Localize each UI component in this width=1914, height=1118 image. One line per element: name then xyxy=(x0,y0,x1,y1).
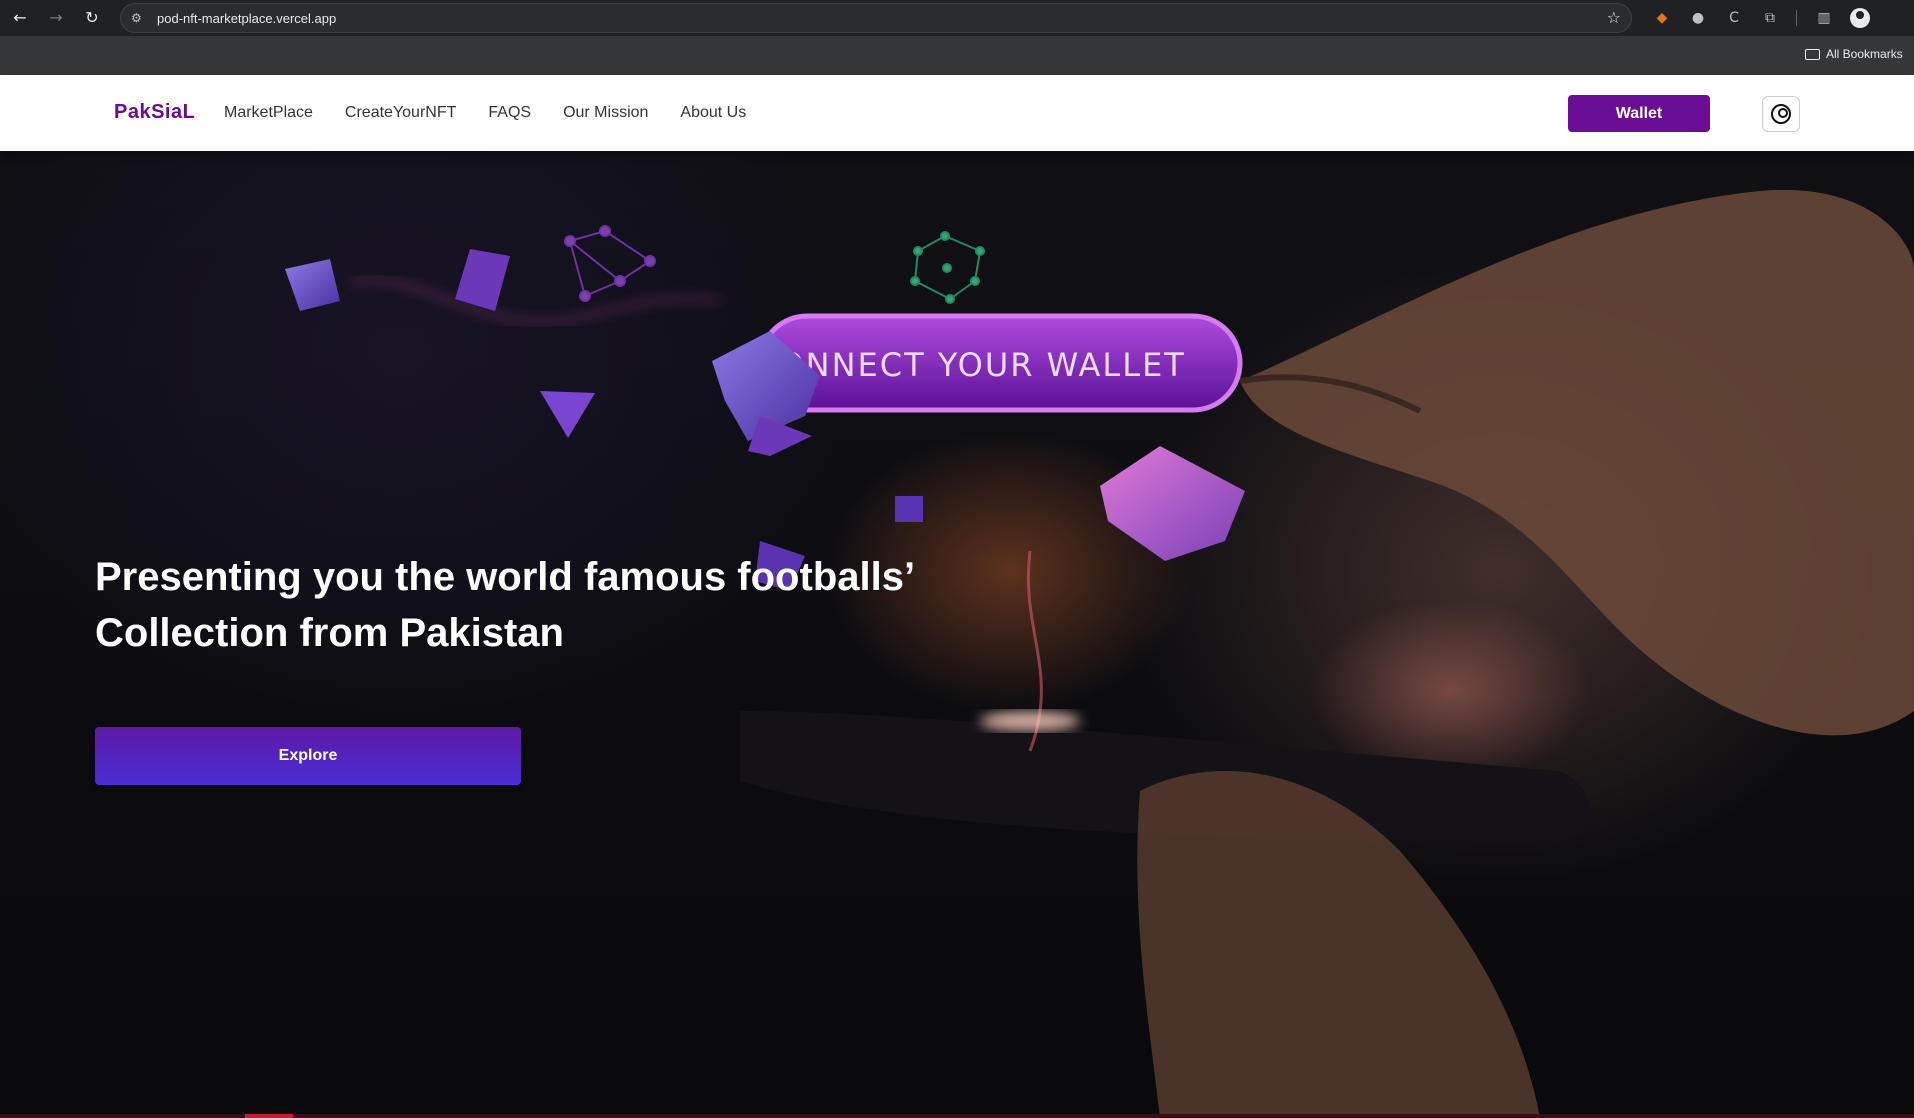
folder-icon xyxy=(1805,48,1820,60)
nav-link-marketplace[interactable]: MarketPlace xyxy=(224,104,313,122)
hero-section: CONNECT YOUR WALLET Presenting you the w… xyxy=(0,151,1914,1118)
explore-button[interactable]: Explore xyxy=(95,727,521,785)
nav-link-our-mission[interactable]: Our Mission xyxy=(563,104,648,122)
extension-icon[interactable]: ● xyxy=(1688,8,1708,28)
extensions-puzzle-icon[interactable]: ⧉ xyxy=(1760,8,1780,28)
site-logo[interactable]: PakSiaL xyxy=(114,101,195,124)
hero-title-line-1: Presenting you the world famous football… xyxy=(95,555,916,599)
site-info-icon[interactable]: ⚙ xyxy=(131,10,147,26)
extension-c-icon[interactable]: C xyxy=(1724,8,1744,28)
wireframe-cube-green xyxy=(910,231,985,304)
cube-shape xyxy=(455,249,510,311)
nav-link-create-your-nft[interactable]: CreateYourNFT xyxy=(345,104,456,122)
address-bar[interactable]: ⚙ pod-nft-marketplace.vercel.app ☆ xyxy=(120,3,1632,33)
cube-shape xyxy=(895,496,923,522)
url-text[interactable]: pod-nft-marketplace.vercel.app xyxy=(157,11,336,26)
page-bottom-accent xyxy=(0,1114,1914,1118)
wireframe-cube-purple xyxy=(564,225,656,302)
cube-shape xyxy=(285,259,340,311)
pyramid-shape xyxy=(540,391,595,438)
wallet-button[interactable]: Wallet xyxy=(1568,95,1710,132)
browser-toolbar: ← → ↻ ⚙ pod-nft-marketplace.vercel.app ☆… xyxy=(0,0,1914,36)
user-icon xyxy=(1771,104,1791,124)
main-menu: MarketPlace CreateYourNFT FAQS Our Missi… xyxy=(224,104,746,122)
browser-chrome: ← → ↻ ⚙ pod-nft-marketplace.vercel.app ☆… xyxy=(0,0,1914,75)
toolbar-separator xyxy=(1796,10,1797,26)
site-navbar: PakSiaL MarketPlace CreateYourNFT FAQS O… xyxy=(0,75,1914,151)
profile-icon[interactable] xyxy=(1850,8,1870,28)
all-bookmarks-label: All Bookmarks xyxy=(1826,47,1903,61)
pointing-hand-shape xyxy=(1240,189,1914,736)
metamask-extension-icon[interactable]: ◆ xyxy=(1652,8,1672,28)
bookmark-star-icon[interactable]: ☆ xyxy=(1607,8,1621,27)
forward-icon[interactable]: → xyxy=(46,8,66,28)
cube-shape xyxy=(1100,446,1245,561)
hero-title-line-2: Collection from Pakistan xyxy=(95,611,564,655)
user-account-button[interactable] xyxy=(1762,96,1800,132)
back-icon[interactable]: ← xyxy=(10,8,30,28)
side-panel-icon[interactable]: ▥ xyxy=(1814,8,1834,28)
nav-link-about-us[interactable]: About Us xyxy=(680,104,746,122)
nav-link-faqs[interactable]: FAQS xyxy=(488,104,531,122)
reload-icon[interactable]: ↻ xyxy=(82,8,102,28)
bookmarks-folder[interactable]: All Bookmarks xyxy=(1805,47,1903,61)
hero-title: Presenting you the world famous football… xyxy=(95,549,995,661)
